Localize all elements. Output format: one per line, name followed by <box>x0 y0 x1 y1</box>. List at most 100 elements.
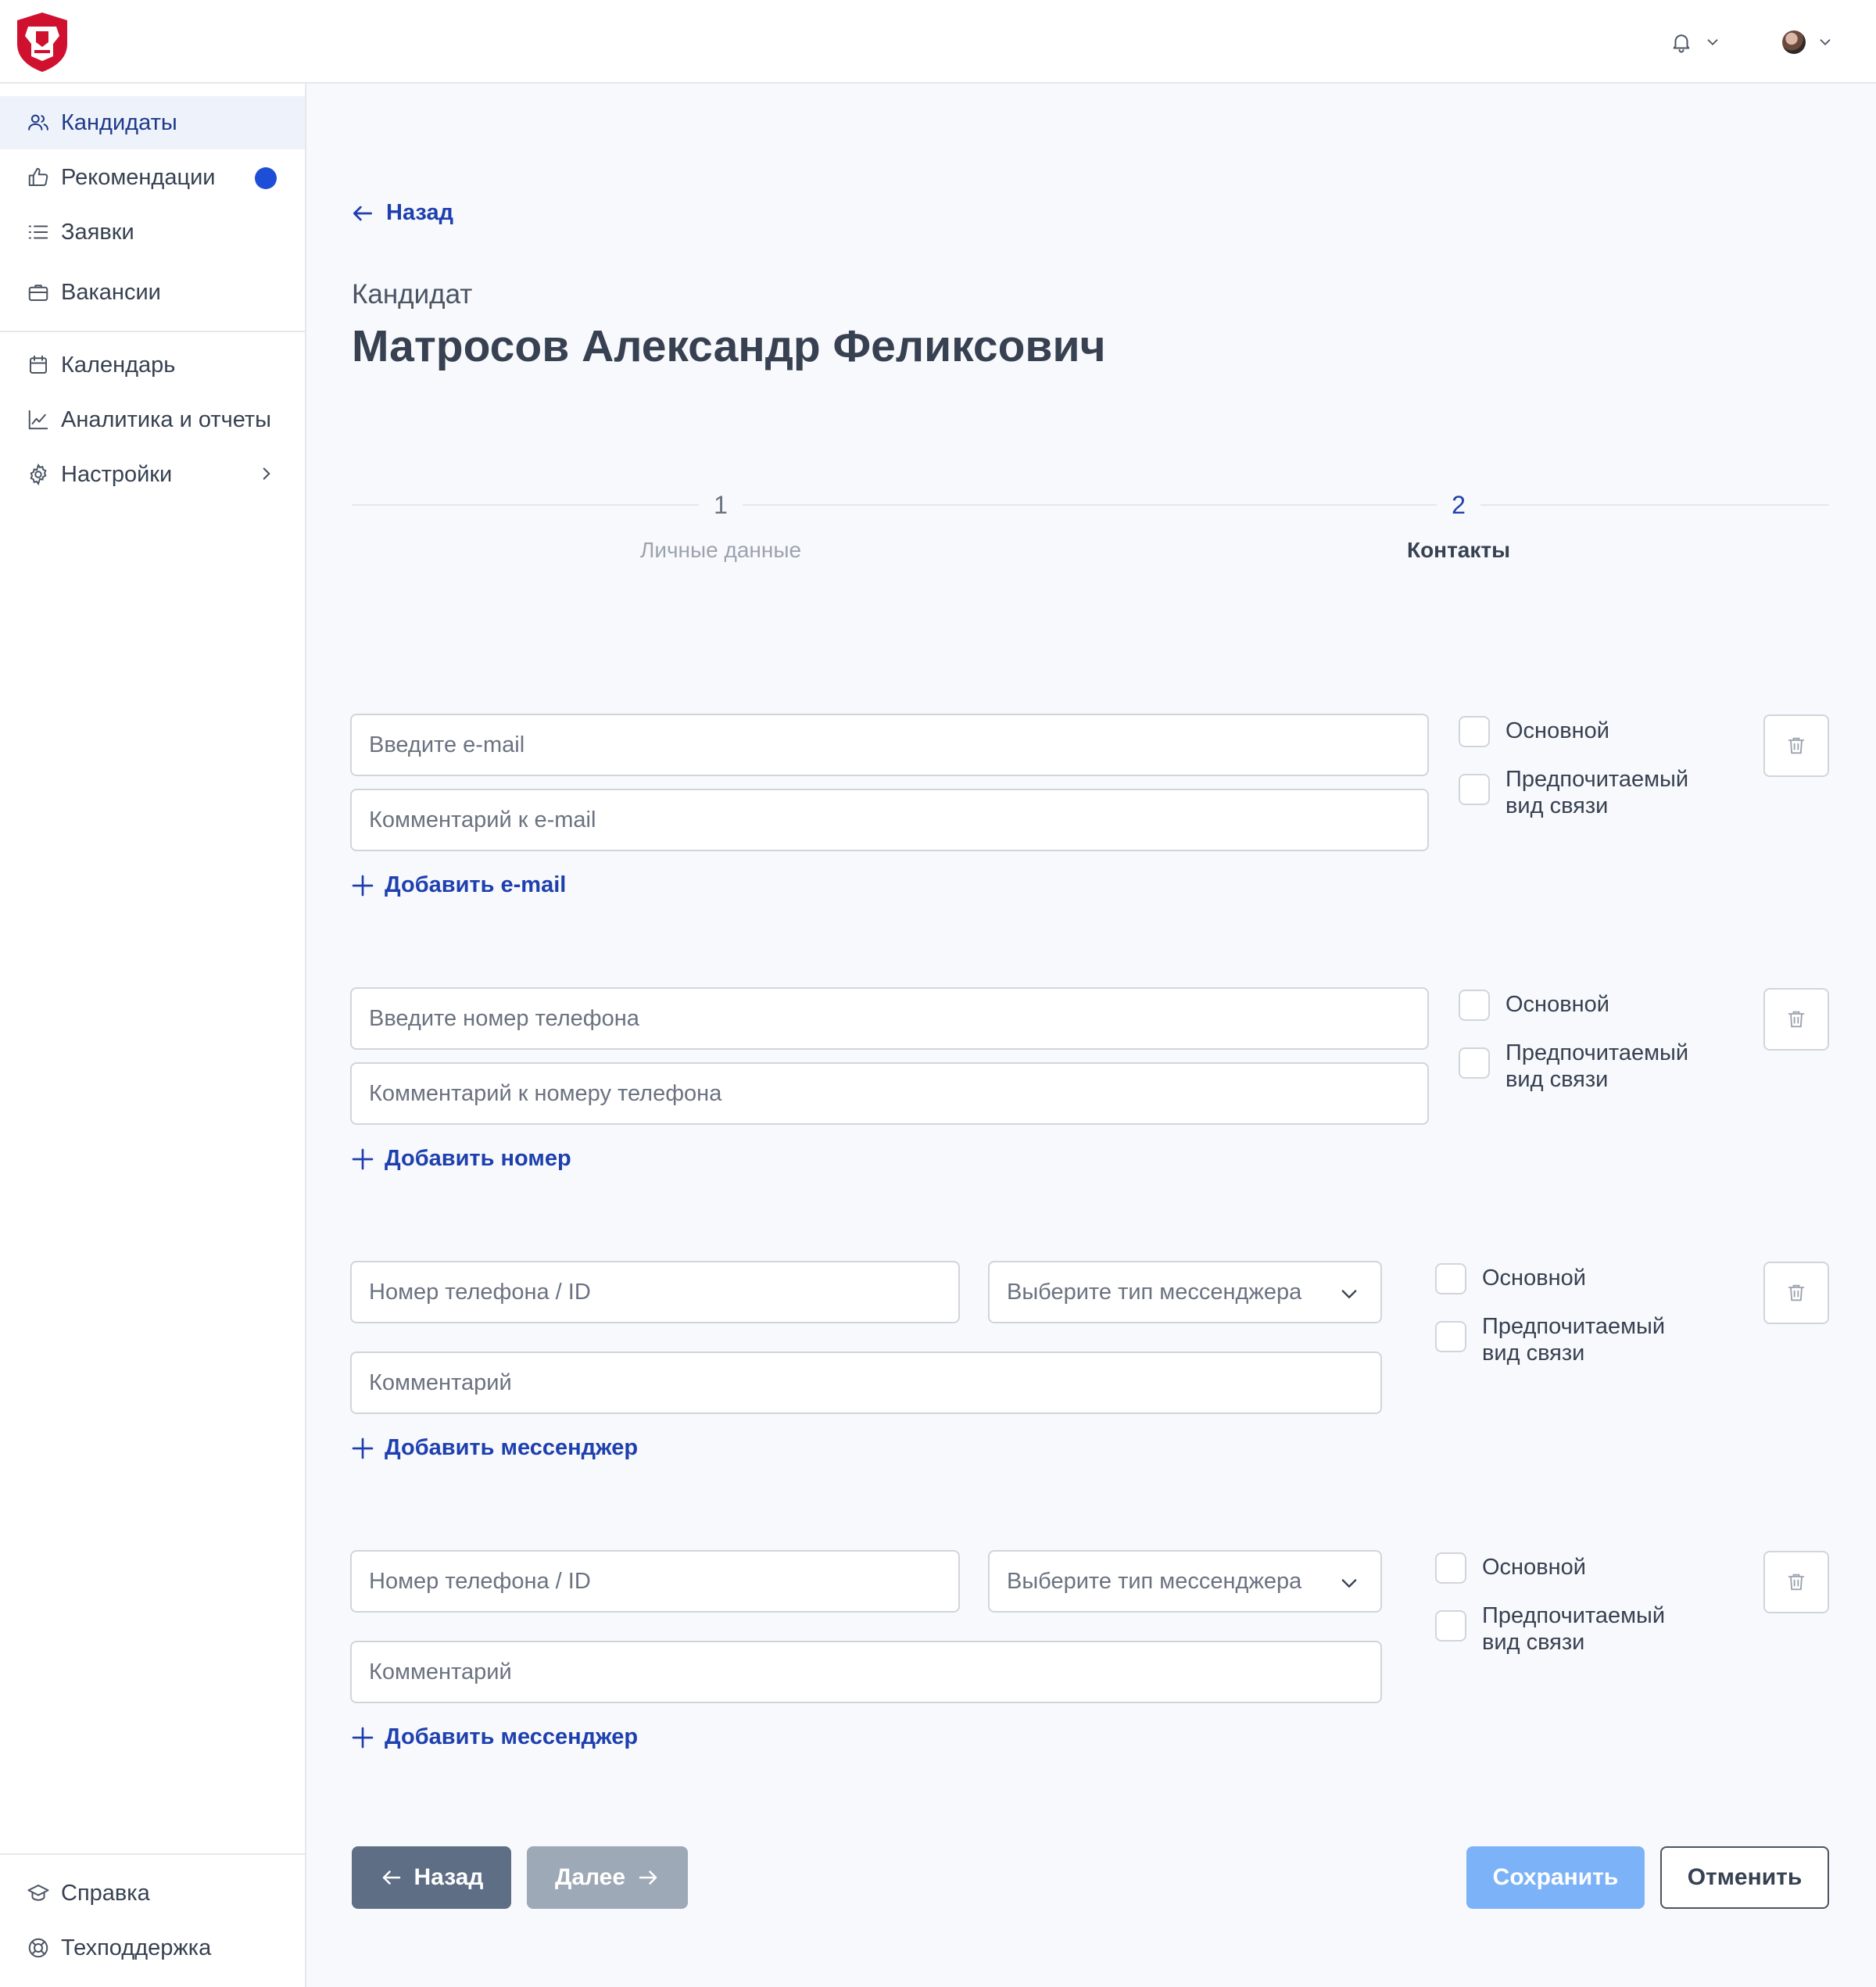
sidebar-item-help[interactable]: Справка <box>0 1867 305 1920</box>
user-menu[interactable] <box>1782 23 1834 61</box>
next-button[interactable]: Далее <box>527 1846 688 1909</box>
avatar <box>1782 30 1806 54</box>
sidebar-item-analytics[interactable]: Аналитика и отчеты <box>0 393 305 446</box>
cancel-button[interactable]: Отменить <box>1660 1846 1829 1909</box>
chevron-down-icon <box>1820 39 1831 46</box>
trash-icon <box>1788 1573 1805 1591</box>
messenger-primary-checkbox[interactable]: Основной <box>1435 1552 1586 1584</box>
arrow-left-icon <box>382 1871 400 1885</box>
chart-icon <box>27 408 50 431</box>
chevron-right-icon <box>263 467 270 480</box>
checkbox[interactable] <box>1435 1321 1466 1352</box>
calendar-icon <box>27 353 50 377</box>
email-primary-checkbox[interactable]: Основной <box>1459 716 1609 747</box>
messenger-delete-button[interactable] <box>1763 1551 1829 1613</box>
add-messenger-link[interactable]: Добавить мессенджер <box>350 1724 638 1750</box>
phone-primary-checkbox[interactable]: Основной <box>1459 990 1609 1021</box>
phone-comment-input[interactable]: Комментарий к номеру телефона <box>350 1062 1429 1125</box>
users-icon <box>27 111 50 134</box>
sidebar-item-support[interactable]: Техподдержка <box>0 1921 305 1974</box>
checkbox[interactable] <box>1459 990 1490 1021</box>
stepper-track <box>352 504 1829 506</box>
notifications-menu[interactable] <box>1670 23 1721 61</box>
trash-icon <box>1788 1284 1805 1301</box>
step-2-circle[interactable]: 2 <box>1437 483 1480 527</box>
email-delete-button[interactable] <box>1763 714 1829 777</box>
add-phone-link[interactable]: Добавить номер <box>350 1146 571 1172</box>
step-2-label[interactable]: Контакты <box>1302 538 1615 563</box>
bell-icon <box>1673 34 1690 53</box>
messenger-comment-input[interactable]: Комментарий <box>350 1352 1382 1414</box>
page-subtitle: Кандидат <box>352 279 473 310</box>
graduation-icon <box>27 1881 50 1905</box>
step-1-circle[interactable]: 1 <box>699 483 743 527</box>
sidebar: Кандидаты Рекомендации Заявки Вакансии К… <box>0 84 306 1987</box>
messenger-comment-input[interactable]: Комментарий <box>350 1641 1382 1703</box>
checkbox[interactable] <box>1459 716 1490 747</box>
sidebar-item-label: Календарь <box>61 352 176 378</box>
messenger-delete-button[interactable] <box>1763 1262 1829 1324</box>
email-comment-input[interactable]: Комментарий к e-mail <box>350 789 1429 851</box>
sidebar-item-label: Вакансии <box>61 279 161 305</box>
checkbox[interactable] <box>1435 1610 1466 1642</box>
plus-icon <box>352 875 374 896</box>
sidebar-item-candidates[interactable]: Кандидаты <box>0 96 305 149</box>
trash-icon <box>1788 737 1805 754</box>
sidebar-item-label: Аналитика и отчеты <box>61 406 272 432</box>
messenger-id-input[interactable]: Номер телефона / ID <box>350 1550 960 1613</box>
messenger-type-select[interactable]: Выберите тип мессенджера <box>988 1550 1382 1613</box>
plus-icon <box>352 1148 374 1169</box>
phone-preferred-checkbox[interactable]: Предпочитаемый вид связи <box>1459 1040 1688 1093</box>
messenger-primary-checkbox[interactable]: Основной <box>1435 1263 1586 1294</box>
add-email-link[interactable]: Добавить e-mail <box>350 872 566 898</box>
page-title: Матросов Александр Феликсович <box>352 321 1106 371</box>
arrow-left-icon <box>353 206 372 220</box>
back-button[interactable]: Назад <box>352 1846 511 1909</box>
back-link[interactable]: Назад <box>350 200 453 226</box>
sidebar-item-label: Рекомендации <box>61 164 216 190</box>
thumbs-up-icon <box>27 166 50 189</box>
chevron-down-icon <box>1341 1290 1357 1299</box>
sidebar-item-label: Настройки <box>61 461 173 487</box>
chevron-down-icon <box>1707 39 1718 46</box>
briefcase-icon <box>27 281 50 304</box>
sidebar-item-label: Справка <box>61 1880 150 1906</box>
sidebar-item-recommendations[interactable]: Рекомендации <box>0 151 305 204</box>
top-bar <box>0 0 1876 84</box>
sidebar-item-settings[interactable]: Настройки <box>0 448 305 501</box>
sidebar-item-label: Техподдержка <box>61 1935 212 1960</box>
notification-dot <box>255 167 277 189</box>
save-button[interactable]: Сохранить <box>1466 1846 1645 1909</box>
messenger-preferred-checkbox[interactable]: Предпочитаемый вид связи <box>1435 1602 1665 1656</box>
arrow-right-icon <box>639 1871 657 1885</box>
sidebar-item-vacancies[interactable]: Вакансии <box>0 266 305 319</box>
email-input[interactable]: Введите e-mail <box>350 714 1429 776</box>
list-icon <box>27 220 50 244</box>
lifebuoy-icon <box>27 1936 50 1960</box>
checkbox[interactable] <box>1459 1047 1490 1079</box>
back-link-label: Назад <box>386 200 453 225</box>
sidebar-item-requests[interactable]: Заявки <box>0 206 305 259</box>
messenger-id-input[interactable]: Номер телефона / ID <box>350 1261 960 1323</box>
plus-icon <box>352 1437 374 1459</box>
sidebar-divider <box>0 1853 305 1855</box>
chevron-down-icon <box>1341 1579 1357 1588</box>
phone-delete-button[interactable] <box>1763 988 1829 1051</box>
logo-icon[interactable] <box>13 11 72 73</box>
gear-icon <box>27 463 50 486</box>
sidebar-divider <box>0 331 305 332</box>
phone-input[interactable]: Введите номер телефона <box>350 987 1429 1050</box>
email-preferred-checkbox[interactable]: Предпочитаемый вид связи <box>1459 766 1688 819</box>
step-1-label[interactable]: Личные данные <box>564 538 877 563</box>
plus-icon <box>352 1727 374 1748</box>
checkbox[interactable] <box>1459 774 1490 805</box>
trash-icon <box>1788 1011 1805 1028</box>
sidebar-item-label: Кандидаты <box>61 109 177 135</box>
sidebar-item-calendar[interactable]: Календарь <box>0 338 305 392</box>
add-messenger-link[interactable]: Добавить мессенджер <box>350 1435 638 1461</box>
messenger-type-select[interactable]: Выберите тип мессенджера <box>988 1261 1382 1323</box>
checkbox[interactable] <box>1435 1263 1466 1294</box>
checkbox[interactable] <box>1435 1552 1466 1584</box>
messenger-preferred-checkbox[interactable]: Предпочитаемый вид связи <box>1435 1313 1665 1366</box>
sidebar-item-label: Заявки <box>61 219 134 245</box>
